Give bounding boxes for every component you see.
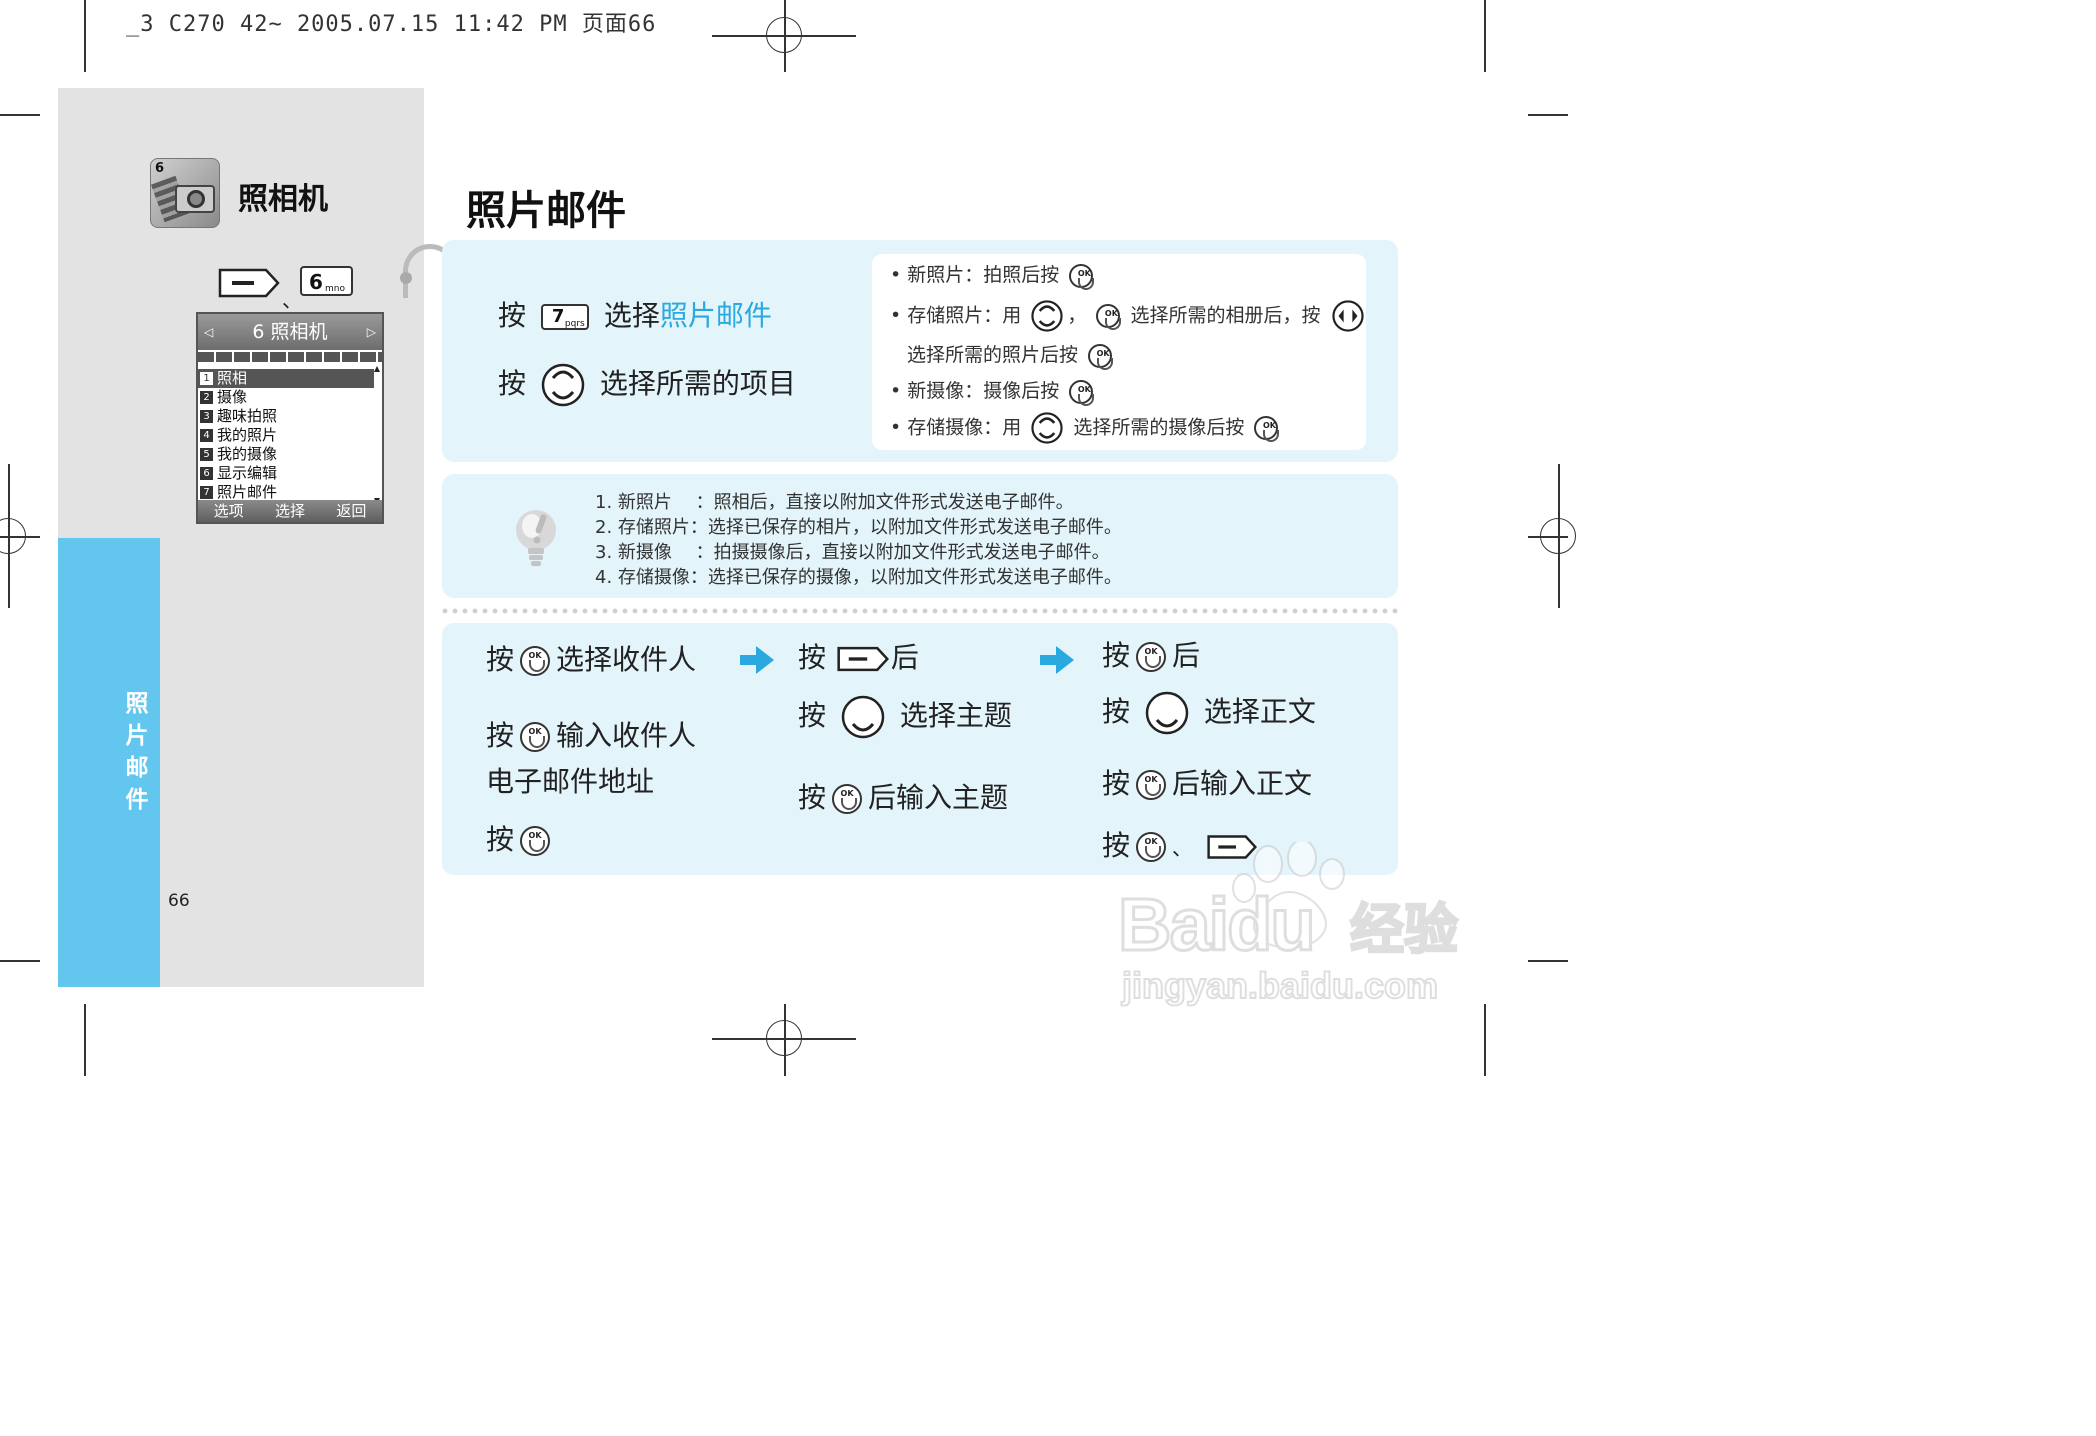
navigation-down-key-icon xyxy=(841,695,885,739)
arrow-right-icon xyxy=(1040,646,1074,674)
step-input-body: 按后输入正文 xyxy=(1102,762,1312,802)
page-title: 照片邮件 xyxy=(466,188,626,234)
ok-key-icon xyxy=(1088,343,1116,370)
step-press-softkey: 按 后 xyxy=(798,641,919,674)
section-tab-label: 照片邮件 xyxy=(125,691,149,813)
ok-key-icon xyxy=(1069,379,1097,406)
phone-screen-header: ◁ 6 照相机 ▷ xyxy=(198,314,382,350)
key-6-letters: mno xyxy=(325,284,345,294)
ok-key-icon xyxy=(520,722,551,752)
print-header: _3 C270 42~ 2005.07.15 11:42 PM 页面66 xyxy=(126,12,657,37)
binder-hook-end xyxy=(400,272,412,284)
highlight-photo-mail: 照片邮件 xyxy=(659,299,772,332)
left-arrow-icon: ◁ xyxy=(204,325,214,339)
section-title: 照相机 xyxy=(238,182,328,217)
lightbulb-tip-icon xyxy=(516,510,556,566)
phone-screen-tab-strip xyxy=(198,352,382,362)
ok-key-icon xyxy=(1136,642,1167,672)
ok-key-icon xyxy=(832,784,863,814)
navigation-down-key-icon xyxy=(1145,691,1189,735)
phone-screen-softkeys: 选项 选择 返回 xyxy=(198,500,382,522)
crop-mark xyxy=(84,1004,86,1076)
key-separator: 、 xyxy=(282,288,302,312)
navigation-up-down-key-icon xyxy=(541,363,585,407)
softkey-select[interactable]: 选择 xyxy=(275,500,305,522)
bullet-stored-video: • 存储摄像：用 选择所需的摄像后按 xyxy=(890,412,1282,444)
phone-screen-title: 6 照相机 xyxy=(252,321,328,343)
navigation-up-down-key-icon xyxy=(1031,300,1063,332)
menu-item[interactable]: 5 我的摄像 xyxy=(198,445,374,464)
registration-mark-right xyxy=(1540,518,1576,554)
menu-item[interactable]: 6 显示编辑 xyxy=(198,464,374,483)
watermark-suffix: 经验 xyxy=(1350,898,1458,961)
step-select-recipient: 按选择收件人 xyxy=(486,638,696,678)
softkey-options[interactable]: 选项 xyxy=(214,500,244,522)
menu-item[interactable]: 3 趣味拍照 xyxy=(198,407,374,426)
step-select-photo-mail: 按 7 pqrs 选择照片邮件 xyxy=(498,299,772,332)
step-select-body: 按 选择正文 xyxy=(1102,690,1316,735)
page-number: 66 xyxy=(168,891,190,911)
registration-mark-bottom xyxy=(766,1020,802,1056)
key-6-digit: 6 xyxy=(309,270,323,294)
ok-key-icon xyxy=(520,646,551,676)
ok-key-icon xyxy=(1136,770,1167,800)
ok-key-icon xyxy=(1069,263,1097,290)
crop-mark xyxy=(84,0,86,72)
step-email-address: 电子邮件地址 xyxy=(486,765,655,798)
ok-key-icon xyxy=(1096,304,1124,330)
menu-softkey-icon xyxy=(837,646,889,672)
phone-screen: ◁ 6 照相机 ▷ 1 照相 2 摄像 3 趣味拍照 4 我的照片 5 我的摄像 6 显示编… xyxy=(196,312,384,524)
softkey-back[interactable]: 返回 xyxy=(336,500,366,522)
step-input-subject: 按后输入主题 xyxy=(798,776,1008,816)
menu-item[interactable]: 4 我的照片 xyxy=(198,426,374,445)
navigation-up-down-key-icon xyxy=(1031,412,1063,444)
menu-item[interactable]: 2 摄像 xyxy=(198,388,374,407)
dotted-divider xyxy=(440,608,1402,614)
crop-mark xyxy=(1528,960,1568,962)
menu-item[interactable]: 1 照相 xyxy=(198,369,374,388)
scrollbar[interactable] xyxy=(374,366,380,504)
ok-key-icon xyxy=(520,826,551,856)
bullet-stored-photo: • 存储照片：用 ， 选择所需的相册后，按 xyxy=(890,300,1369,332)
bullet-new-photo: • 新照片：拍照后按 xyxy=(890,260,1097,290)
registration-mark-top xyxy=(766,17,802,53)
bullet-stored-photo-cont: 选择所需的照片后按 xyxy=(907,340,1116,370)
step-select-subject: 按 选择主题 xyxy=(798,694,1012,739)
watermark-brand: Baidu xyxy=(1118,883,1314,966)
key-7-icon: 7 pqrs xyxy=(540,304,589,330)
camera-app-icon: 6 xyxy=(150,158,220,228)
crop-mark xyxy=(0,114,40,116)
arrow-right-icon xyxy=(740,646,774,674)
crop-mark xyxy=(1528,114,1568,116)
watermark-url: jingyan.baidu.com xyxy=(1121,965,1438,1006)
camera-app-icon-number: 6 xyxy=(155,161,165,176)
crop-mark xyxy=(1484,1004,1486,1076)
crop-mark xyxy=(1484,0,1486,72)
note-line: 4. 存储摄像：选择已保存的摄像，以附加文件形式发送电子邮件。 xyxy=(595,567,1122,588)
step-input-recipient: 按输入收件人 xyxy=(486,714,696,754)
step-press-ok: 按后 xyxy=(1102,634,1200,674)
note-line: 3. 新摄像 ：拍摄摄像后，直接以附加文件形式发送电子邮件。 xyxy=(595,542,1110,563)
baidu-watermark-logo: Baidu 经验 jingyan.baidu.com xyxy=(1118,842,1459,1007)
note-line: 1. 新照片 ：照相后，直接以附加文件形式发送电子邮件。 xyxy=(595,492,1074,513)
registration-mark-left xyxy=(0,518,26,554)
step-select-item: 按 选择所需的项目 xyxy=(498,362,796,407)
key-6-icon: 6 mno xyxy=(300,266,353,296)
phone-menu-list: 1 照相 2 摄像 3 趣味拍照 4 我的照片 5 我的摄像 6 显示编辑 7 照片邮件 xyxy=(198,369,374,502)
menu-softkey-icon xyxy=(218,268,280,298)
step-confirm-recipient: 按 xyxy=(486,818,556,858)
navigation-left-right-key-icon xyxy=(1331,300,1364,332)
bullet-new-video: • 新摄像：摄像后按 xyxy=(890,376,1097,406)
ok-key-icon xyxy=(1254,416,1282,442)
right-arrow-icon: ▷ xyxy=(366,325,376,339)
crop-mark xyxy=(0,960,40,962)
note-line: 2. 存储照片：选择已保存的相片，以附加文件形式发送电子邮件。 xyxy=(595,517,1122,538)
